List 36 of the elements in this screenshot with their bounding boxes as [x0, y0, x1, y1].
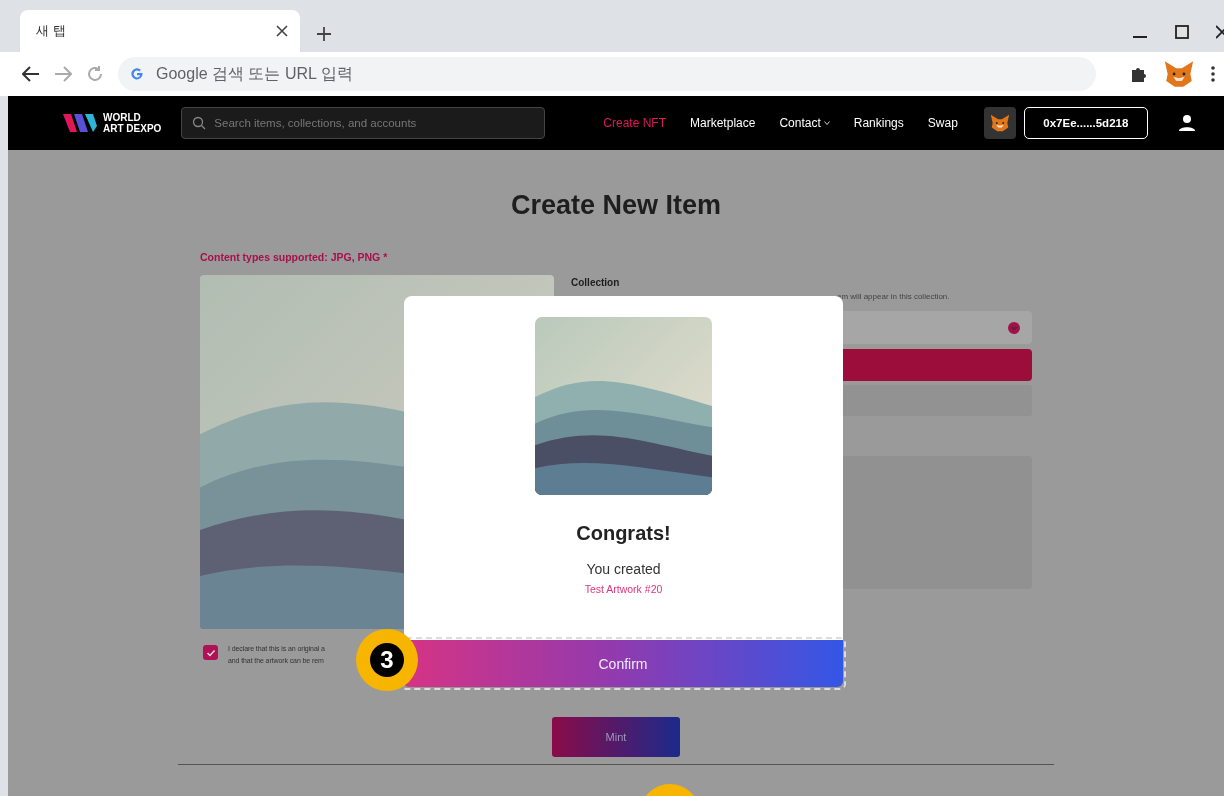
nav-link[interactable]: Contact — [779, 116, 830, 130]
chevron-down-icon — [1008, 321, 1020, 334]
content-types-label: Content types supported: JPG, PNG * — [200, 251, 389, 263]
page-title: Create New Item — [510, 190, 722, 221]
collection-label: Collection — [571, 277, 621, 288]
user-icon[interactable] — [1178, 114, 1196, 132]
back-icon[interactable] — [22, 65, 40, 83]
nav-link[interactable]: Swap — [927, 116, 958, 130]
artwork-name: Test Artwork #20 — [584, 583, 663, 595]
fox-icon — [988, 112, 1011, 134]
close-icon[interactable] — [1216, 24, 1224, 40]
check-icon — [205, 647, 216, 658]
logo-icon[interactable] — [63, 112, 97, 134]
dialog-message: You created — [586, 561, 661, 577]
chevron-down-icon — [823, 121, 830, 125]
nav-link[interactable]: Marketplace — [690, 116, 756, 130]
search-field[interactable]: Search items, collections, and accounts — [181, 107, 546, 139]
kebab-menu-icon[interactable] — [1210, 65, 1216, 83]
nav-link[interactable]: Create NFT — [603, 116, 667, 130]
close-icon[interactable] — [276, 25, 288, 37]
logo-text[interactable]: WORLD ART DEXPO — [103, 112, 162, 134]
mint-button[interactable]: Mint — [552, 717, 680, 757]
wallet-address-button[interactable]: 0x7Ee......5d218 — [1023, 107, 1148, 139]
dialog-title: Congrats! — [576, 522, 671, 545]
declaration-checkbox[interactable] — [203, 645, 218, 660]
browser-tab[interactable]: 새 탭 — [20, 10, 300, 52]
step-number: 3 — [370, 643, 404, 677]
wallet-button[interactable] — [983, 107, 1016, 139]
new-tab-icon[interactable] — [316, 26, 332, 42]
confirm-button[interactable]: Confirm — [403, 640, 843, 687]
puzzle-icon[interactable] — [1130, 65, 1148, 83]
maximize-icon[interactable] — [1174, 24, 1190, 40]
address-bar[interactable]: Google 검색 또는 URL 입력 — [118, 57, 1096, 91]
google-logo-icon — [130, 67, 144, 81]
nav-link[interactable]: Rankings — [853, 116, 904, 130]
search-icon — [192, 116, 207, 130]
